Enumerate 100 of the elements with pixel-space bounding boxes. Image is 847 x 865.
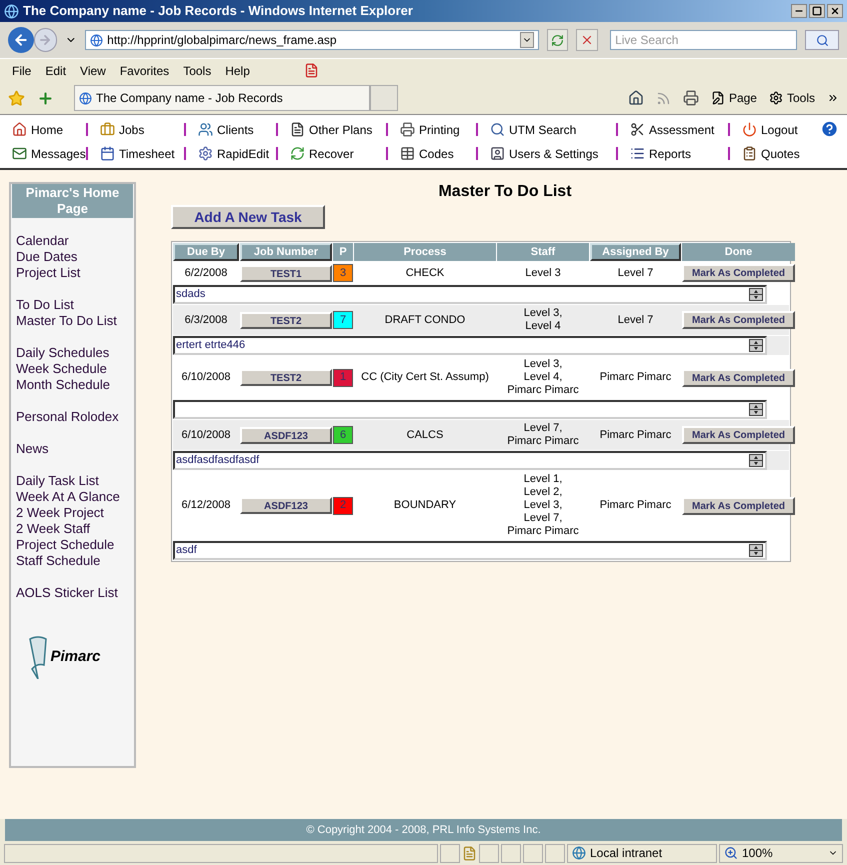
add-favorite-icon[interactable]	[37, 90, 54, 106]
stop-button[interactable]	[576, 29, 598, 51]
printer-icon[interactable]	[682, 90, 699, 106]
sidebar-link[interactable]: 2 Week Staff	[16, 521, 134, 537]
process-text: BOUNDARY	[392, 498, 458, 514]
job-number-button[interactable]: TEST2	[240, 312, 332, 328]
note-field[interactable]: ertert etrte446	[173, 336, 767, 355]
mark-completed-button[interactable]: Mark As Completed	[682, 426, 795, 444]
sidebar-link[interactable]: To Do List	[16, 297, 134, 313]
sidebar-link[interactable]: Daily Schedules	[16, 345, 134, 361]
tools-menu[interactable]: Tools	[786, 89, 815, 107]
maximize-button[interactable]	[809, 4, 825, 18]
job-number-button[interactable]: TEST2	[240, 369, 332, 386]
staff-name: Level 3,	[524, 307, 562, 320]
nav-link[interactable]: Jobs	[119, 120, 144, 138]
sidebar-link[interactable]: Due Dates	[16, 249, 134, 265]
sidebar-title: Pimarc's Home Page	[12, 184, 133, 218]
people-icon	[198, 122, 213, 137]
menu-item[interactable]: File	[12, 62, 32, 80]
sidebar-link[interactable]: 2 Week Project	[16, 505, 134, 521]
help-icon[interactable]	[820, 119, 839, 139]
menu-item[interactable]: Edit	[45, 62, 66, 80]
menu-item[interactable]: View	[80, 62, 106, 80]
nav-link[interactable]: Codes	[419, 144, 454, 162]
sidebar-link[interactable]: Calendar	[16, 233, 134, 249]
nav-link[interactable]: Quotes	[761, 144, 800, 162]
more-icon[interactable]	[827, 92, 839, 104]
nav-link[interactable]: Printing	[419, 120, 460, 138]
nav-link[interactable]: Users & Settings	[509, 144, 598, 162]
staff-name: Level 4,	[524, 371, 562, 384]
page-menu[interactable]: Page	[728, 89, 757, 107]
sidebar-link[interactable]: Personal Rolodex	[16, 409, 134, 425]
sidebar-link[interactable]: Project Schedule	[16, 537, 134, 553]
due-date: 6/12/2008	[180, 498, 232, 514]
address-field[interactable]: http://hpprint/globalpimarc/news_frame.asp	[85, 30, 539, 50]
nav-link[interactable]: Assessment	[649, 120, 714, 138]
sidebar-link[interactable]: Project List	[16, 265, 134, 281]
note-field[interactable]: asdfasdfasdfasdf	[173, 451, 767, 470]
spinner-icon[interactable]	[749, 454, 763, 467]
menu-item[interactable]: Help	[225, 62, 250, 80]
briefcase-icon	[100, 122, 115, 137]
spinner-icon[interactable]	[749, 288, 763, 301]
mark-completed-button[interactable]: Mark As Completed	[682, 311, 795, 329]
nav-link[interactable]: Messages	[31, 144, 86, 162]
staff-name: Level 4	[525, 320, 561, 333]
mark-completed-button[interactable]: Mark As Completed	[682, 368, 795, 386]
list-icon	[630, 146, 645, 161]
search-button[interactable]	[805, 30, 840, 50]
mark-completed-button[interactable]: Mark As Completed	[682, 264, 795, 282]
menu-item[interactable]: Tools	[183, 62, 212, 80]
popup-blocker-icon[interactable]	[462, 846, 477, 860]
spinner-icon[interactable]	[749, 544, 763, 557]
note-field[interactable]	[173, 400, 767, 419]
status-panel	[479, 844, 499, 862]
minimize-button[interactable]	[791, 4, 807, 18]
priority-badge: 6	[333, 426, 353, 444]
assigned-by: Pimarc Pimarc	[598, 498, 672, 514]
mark-completed-button[interactable]: Mark As Completed	[682, 496, 795, 514]
menu-item[interactable]: Favorites	[120, 62, 170, 80]
status-panel	[523, 844, 543, 862]
job-number-button[interactable]: TEST1	[240, 264, 332, 282]
refresh-button[interactable]	[546, 29, 568, 51]
scissors-icon	[630, 122, 645, 137]
nav-link[interactable]: Reports	[649, 144, 692, 162]
note-field[interactable]: sdads	[173, 285, 767, 304]
nav-link[interactable]: RapidEdit	[217, 144, 270, 162]
sidebar-link[interactable]: Staff Schedule	[16, 553, 134, 569]
assigned-by: Level 7	[616, 312, 654, 328]
sidebar-link[interactable]: Month Schedule	[16, 377, 134, 393]
sidebar-link[interactable]: Daily Task List	[16, 473, 134, 489]
nav-link[interactable]: Logout	[761, 120, 798, 138]
job-number-button[interactable]: ASDF123	[240, 497, 332, 514]
spinner-icon[interactable]	[749, 403, 763, 416]
refresh-icon	[551, 34, 564, 46]
note-field[interactable]: asdf	[173, 541, 767, 560]
add-task-button[interactable]: Add A New Task	[171, 205, 325, 229]
browser-tab[interactable]: The Company name - Job Records	[74, 85, 370, 111]
nav-link[interactable]: Home	[31, 120, 64, 138]
process-text: DRAFT CONDO	[384, 312, 466, 328]
home-icon[interactable]	[628, 90, 644, 106]
nav-link[interactable]: Other Plans	[309, 120, 372, 138]
sidebar-link[interactable]: Week Schedule	[16, 361, 134, 377]
nav-link[interactable]: Recover	[309, 144, 354, 162]
zoom-button[interactable]: 100%	[719, 844, 843, 862]
job-number-button[interactable]: ASDF123	[240, 426, 332, 444]
pdf-icon[interactable]	[304, 63, 319, 78]
spinner-icon[interactable]	[749, 339, 763, 352]
star-icon[interactable]	[8, 90, 25, 106]
sidebar-link[interactable]: News	[16, 441, 134, 457]
close-button[interactable]	[827, 4, 843, 18]
nav-link[interactable]: Clients	[217, 120, 254, 138]
back-button[interactable]	[8, 27, 34, 53]
staff-name: Pimarc Pimarc	[507, 525, 579, 538]
sidebar-link[interactable]: Master To Do List	[16, 313, 134, 329]
search-field[interactable]: Live Search	[610, 30, 798, 50]
staff-name: Level 3,	[524, 499, 562, 512]
nav-link[interactable]: Timesheet	[119, 144, 175, 162]
nav-link[interactable]: UTM Search	[509, 120, 576, 138]
sidebar-link[interactable]: Week At A Glance	[16, 489, 134, 505]
sidebar-link[interactable]: AOLS Sticker List	[16, 585, 134, 601]
